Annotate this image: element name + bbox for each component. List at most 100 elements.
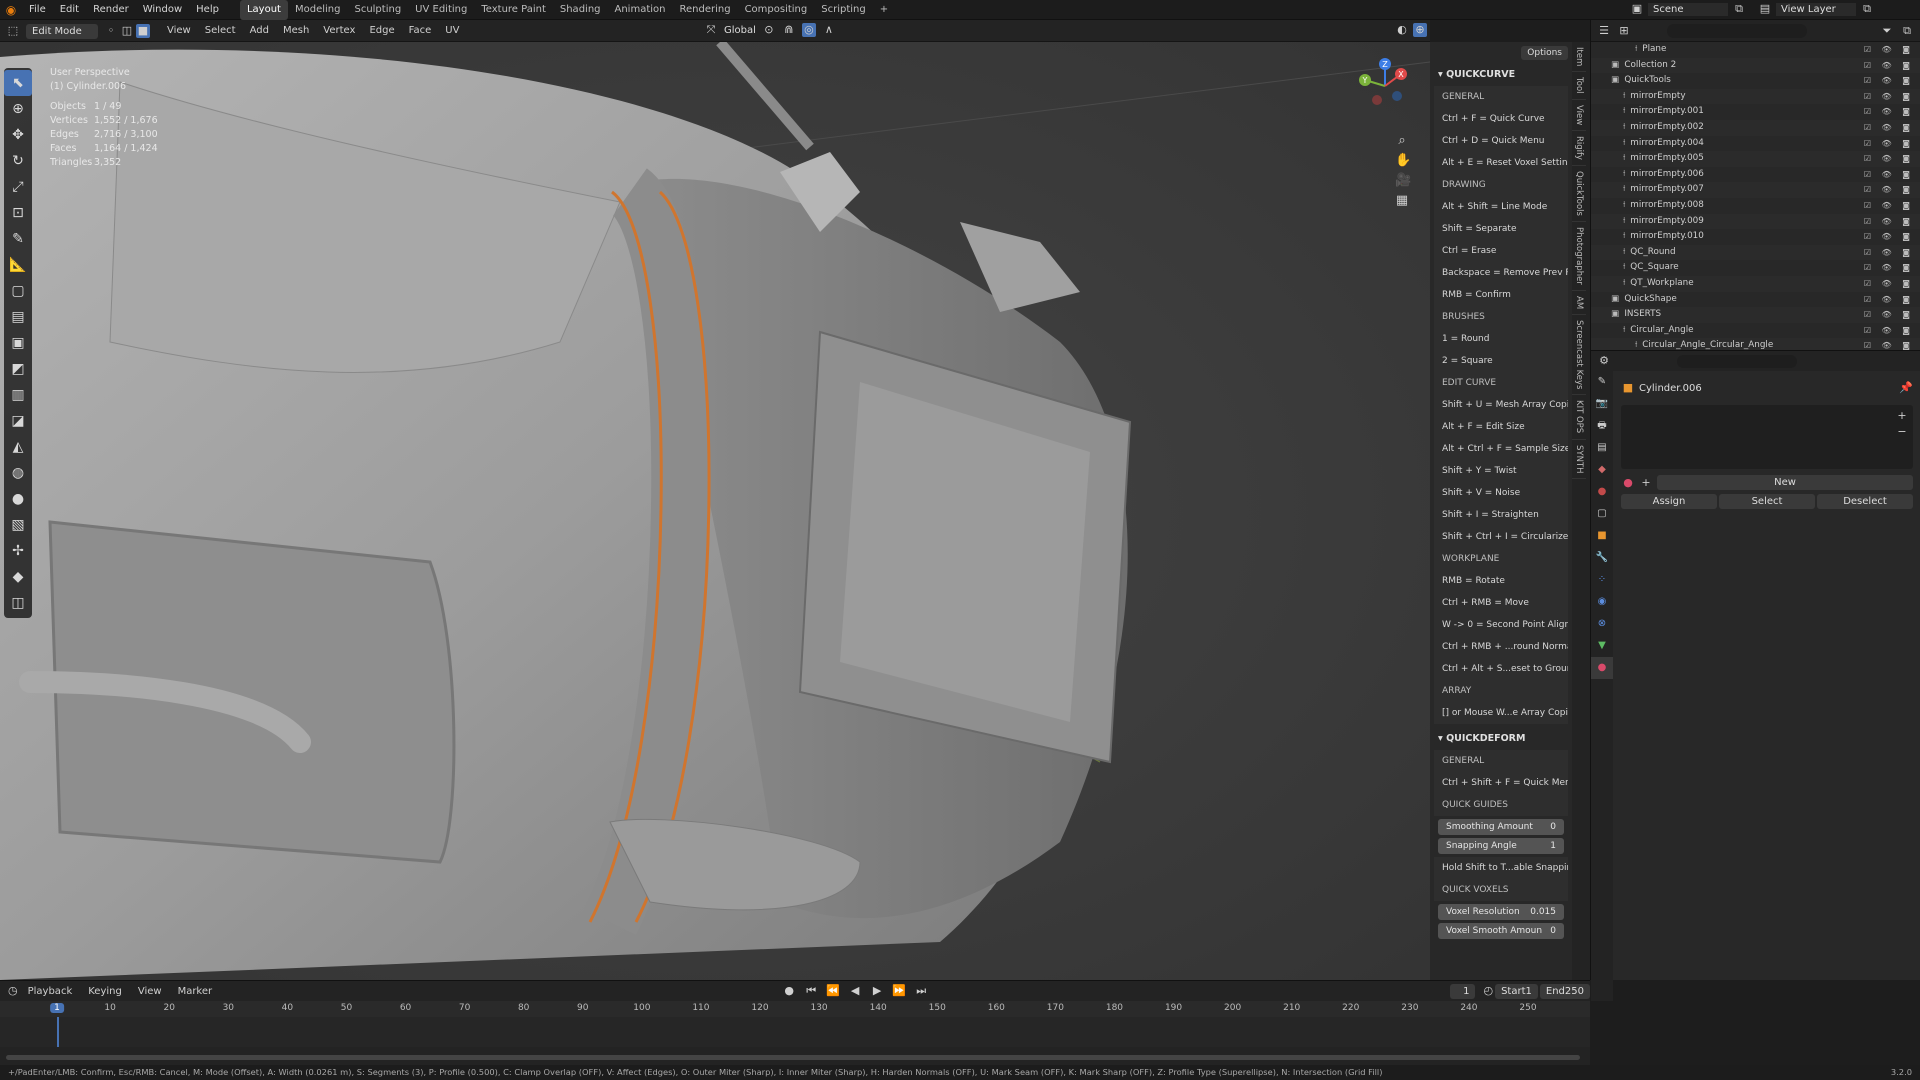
loop-cut-tool-icon[interactable]: ▥ — [4, 382, 32, 408]
face-select-icon[interactable]: ■ — [136, 24, 150, 38]
bevel-tool-icon[interactable]: ◩ — [4, 356, 32, 382]
view-layer-name[interactable]: View Layer — [1776, 2, 1856, 16]
visibility-icons[interactable]: ☑ 👁 ◙ — [1864, 120, 1914, 136]
new-view-layer-icon[interactable]: ⧉ — [1860, 2, 1874, 16]
constraints-tab-icon[interactable]: ⊗ — [1591, 613, 1613, 635]
sidebar-tab-item[interactable]: Item — [1572, 42, 1586, 73]
visibility-icons[interactable]: ☑ 👁 ◙ — [1864, 198, 1914, 214]
play-icon[interactable]: ▶ — [870, 984, 884, 998]
timeline-scrollbar[interactable] — [6, 1055, 1580, 1060]
quickcurve-panel-header[interactable]: ▾ QUICKCURVE — [1430, 64, 1572, 86]
properties-editor-icon[interactable]: ⚙ — [1597, 354, 1611, 368]
visibility-icons[interactable]: ☑ 👁 ◙ — [1864, 245, 1914, 261]
ortho-grid-icon[interactable]: ▦ — [1395, 194, 1409, 208]
visibility-icons[interactable]: ☑ 👁 ◙ — [1864, 58, 1914, 74]
blender-logo-icon[interactable]: ◉ — [0, 3, 22, 17]
pivot-icon[interactable]: ⊙ — [762, 23, 776, 37]
extrude-tool-icon[interactable]: ▤ — [4, 304, 32, 330]
workspace-tab-animation[interactable]: Animation — [608, 0, 673, 20]
collection-tab-icon[interactable]: ▢ — [1591, 503, 1613, 525]
add-cube-tool-icon[interactable]: ▢ — [4, 278, 32, 304]
timeline-ruler[interactable]: 1 10 20 30 40 50 60 70 80 90 100 110 120 130 140 150 160… — [0, 1001, 1590, 1017]
visibility-icons[interactable]: ☑ 👁 ◙ — [1864, 167, 1914, 183]
outliner-row[interactable]: ⟊ mirrorEmpty.008 ☑ 👁 ◙ — [1591, 198, 1920, 214]
viewport-menu-add[interactable]: Add — [243, 20, 276, 42]
pan-hand-icon[interactable]: ✋ — [1395, 154, 1411, 168]
new-collection-icon[interactable]: ⧉ — [1900, 24, 1914, 38]
move-tool-icon[interactable]: ✥ — [4, 122, 32, 148]
workspace-tab-scripting[interactable]: Scripting — [814, 0, 872, 20]
visibility-icons[interactable]: ☑ 👁 ◙ — [1864, 151, 1914, 167]
current-frame-field[interactable]: 1 — [1450, 983, 1476, 999]
add-slot-icon[interactable]: + — [1895, 409, 1909, 423]
scene-tab-icon[interactable]: ◆ — [1591, 459, 1613, 481]
menu-help[interactable]: Help — [189, 0, 226, 20]
outliner-search-input[interactable] — [1667, 23, 1807, 38]
edge-select-icon[interactable]: ◫ — [120, 24, 134, 38]
voxel-smooth-field[interactable]: Voxel Smooth Amoun 0 — [1438, 923, 1564, 939]
viewport-menu-face[interactable]: Face — [402, 20, 439, 42]
remove-slot-icon[interactable]: − — [1895, 425, 1909, 439]
preview-range-icon[interactable]: ◴ — [1483, 984, 1493, 998]
sidebar-tab-rigify[interactable]: Rigify — [1572, 131, 1586, 166]
auto-key-icon[interactable]: ● — [782, 984, 796, 998]
timeline-track[interactable] — [0, 1017, 1590, 1047]
3d-viewport[interactable]: ⬉ ⊕ ✥ ↻ ⤢ ⊡ ✎ 📐 ▢ ▤ ▣ ◩ ▥ ◪ ◭ ◍ ● ▧ ✢ ◆ … — [0, 42, 1430, 980]
cursor-tool-icon[interactable]: ⊕ — [4, 96, 32, 122]
options-button[interactable]: Options — [1521, 46, 1568, 60]
scale-tool-icon[interactable]: ⤢ — [4, 174, 32, 200]
menu-window[interactable]: Window — [136, 0, 189, 20]
navigation-gizmo[interactable]: Z Y X — [1355, 56, 1415, 116]
visibility-icons[interactable]: ☑ 👁 ◙ — [1864, 104, 1914, 120]
visibility-icons[interactable]: ☑ 👁 ◙ — [1864, 42, 1914, 58]
outliner-row[interactable]: ⟊ QT_Workplane ☑ 👁 ◙ — [1591, 275, 1920, 292]
filter-icon[interactable]: ⏷ — [1880, 24, 1894, 38]
proportional-edit-icon[interactable]: ◎ — [801, 23, 816, 37]
outliner-row[interactable]: ▣ Collection 2 ☑ 👁 ◙ — [1591, 57, 1920, 74]
material-tab-icon[interactable]: ● — [1591, 657, 1613, 679]
outliner-row[interactable]: ⟊ mirrorEmpty.006 ☑ 👁 ◙ — [1591, 167, 1920, 183]
select-button[interactable]: Select — [1719, 494, 1815, 509]
outliner-row[interactable]: ⟊ mirrorEmpty.009 ☑ 👁 ◙ — [1591, 213, 1920, 230]
material-slots-list[interactable]: + − — [1621, 405, 1913, 469]
world-tab-icon[interactable]: ● — [1591, 481, 1613, 503]
viewport-menu-view[interactable]: View — [160, 20, 198, 42]
properties-search-input[interactable] — [1677, 354, 1797, 368]
viewport-menu-select[interactable]: Select — [198, 20, 243, 42]
rip-region-tool-icon[interactable]: ◫ — [4, 590, 32, 616]
camera-view-icon[interactable]: 🎥 — [1395, 174, 1411, 188]
voxel-resolution-field[interactable]: Voxel Resolution 0.015 — [1438, 904, 1564, 920]
deselect-button[interactable]: Deselect — [1817, 494, 1913, 509]
start-frame-field[interactable]: Start 1 — [1495, 983, 1538, 999]
workspace-tab-shading[interactable]: Shading — [553, 0, 608, 20]
vertex-select-icon[interactable]: ◦ — [104, 24, 118, 38]
scene-name[interactable]: Scene — [1648, 2, 1728, 16]
sidebar-tab-synth[interactable]: SYNTH — [1572, 440, 1586, 480]
zoom-icon[interactable]: ⌕ — [1395, 134, 1409, 148]
sidebar-tab-am[interactable]: AM — [1572, 291, 1586, 315]
jump-end-icon[interactable]: ⏭ — [914, 984, 928, 998]
viewport-menu-mesh[interactable]: Mesh — [276, 20, 316, 42]
rotate-tool-icon[interactable]: ↻ — [4, 148, 32, 174]
timeline-editor-icon[interactable]: ◷ — [8, 984, 18, 998]
particles-tab-icon[interactable]: ⁘ — [1591, 569, 1613, 591]
scene-icon[interactable]: ▣ — [1630, 2, 1644, 16]
outliner-row[interactable]: ▣ QuickTools ☑ 👁 ◙ — [1591, 73, 1920, 89]
editor-type-icon[interactable]: ⬚ — [6, 24, 20, 38]
view-layer-tab-icon[interactable]: ▤ — [1591, 437, 1613, 459]
snap-icon[interactable]: ⋒ — [782, 23, 796, 37]
visibility-icons[interactable]: ☑ 👁 ◙ — [1864, 292, 1914, 308]
modifier-tab-icon[interactable]: 🔧 — [1591, 547, 1613, 569]
outliner-row[interactable]: ⟊ mirrorEmpty.001 ☑ 👁 ◙ — [1591, 104, 1920, 120]
smoothing-amount-field[interactable]: Smoothing Amount 0 — [1438, 819, 1564, 835]
shear-tool-icon[interactable]: ◆ — [4, 564, 32, 590]
visibility-icons[interactable]: ☑ 👁 ◙ — [1864, 214, 1914, 230]
new-material-button[interactable]: New — [1657, 475, 1913, 490]
viewport-menu-uv[interactable]: UV — [438, 20, 466, 42]
jump-start-icon[interactable]: ⏮ — [804, 984, 818, 998]
outliner-editor-icon[interactable]: ☰ — [1597, 24, 1611, 38]
visibility-icons[interactable]: ☑ 👁 ◙ — [1864, 136, 1914, 152]
visibility-icons[interactable]: ☑ 👁 ◙ — [1864, 182, 1914, 198]
object-tab-icon[interactable]: ■ — [1591, 525, 1613, 547]
display-mode-icon[interactable]: ⊞ — [1617, 24, 1631, 38]
